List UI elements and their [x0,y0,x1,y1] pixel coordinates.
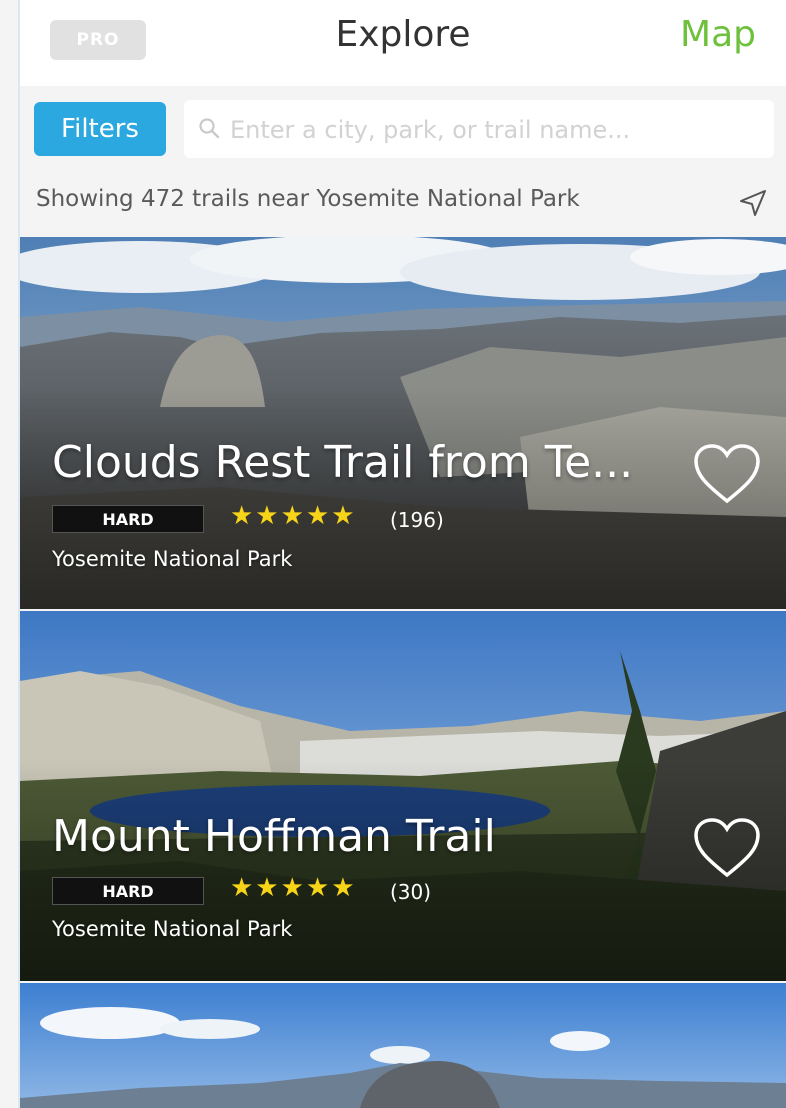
search-box[interactable] [184,100,774,158]
trail-card[interactable] [20,983,786,1108]
difficulty-badge: HARD [52,877,204,905]
filters-button[interactable]: Filters [34,102,166,156]
map-button[interactable]: Map [680,14,756,55]
location-arrow-icon[interactable] [738,188,768,218]
review-count: (30) [390,880,432,904]
results-status-row: Showing 472 trails near Yosemite Nationa… [20,174,786,236]
trail-name: Mount Hoffman Trail [52,811,496,862]
difficulty-badge: HARD [52,505,204,533]
trail-card[interactable]: Mount Hoffman Trail HARD ★★★★★ (30) Yose… [20,611,786,981]
trail-name: Clouds Rest Trail from Te... [52,437,634,488]
rating-stars: ★★★★★ [230,873,357,903]
trail-card[interactable]: Clouds Rest Trail from Te... HARD ★★★★★ … [20,237,786,609]
app-root: PRO Explore Map Filters Showing 472 trai… [0,0,786,1108]
search-input[interactable] [228,110,762,150]
page-title: Explore [335,14,471,55]
rating-stars: ★★★★★ [230,501,357,531]
search-icon [199,118,220,139]
review-count: (196) [390,508,444,532]
heart-icon[interactable] [692,817,762,879]
search-row: Filters [20,86,786,174]
trail-photo [20,983,786,1108]
park-name: Yosemite National Park [52,917,293,941]
heart-icon[interactable] [692,443,762,505]
results-count-text: Showing 472 trails near Yosemite Nationa… [36,186,580,212]
park-name: Yosemite National Park [52,547,293,571]
top-nav-bar: PRO Explore Map [20,0,786,87]
